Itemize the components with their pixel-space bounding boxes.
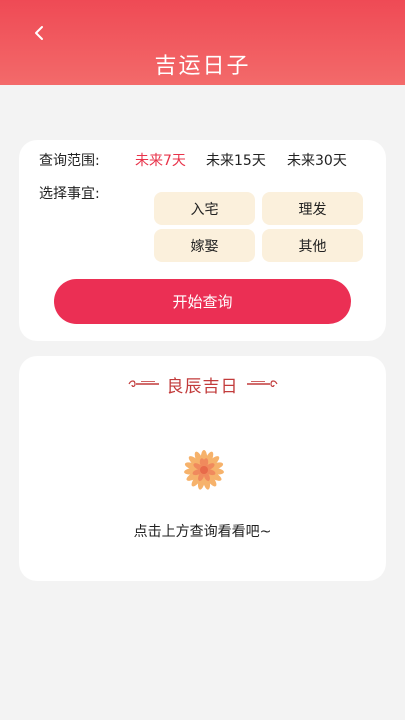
matter-chip-other[interactable]: 其他 [262, 229, 363, 262]
right-ornament-icon [246, 380, 278, 387]
results-title-text: 良辰吉日 [166, 376, 239, 397]
matter-chip-wedding[interactable]: 嫁娶 [154, 229, 255, 262]
empty-state-text: 点击上方查询看看吧~ [133, 524, 272, 540]
range-option-15-days[interactable]: 未来15天 [206, 150, 266, 170]
range-label: 查询范围: [39, 153, 100, 169]
matter-label: 选择事宜: [39, 186, 100, 202]
range-option-30-days[interactable]: 未来30天 [287, 150, 347, 170]
left-ornament-icon [127, 380, 159, 387]
results-title: 良辰吉日 [19, 372, 386, 397]
chevron-left-icon [35, 26, 43, 40]
matter-chip-haircut[interactable]: 理发 [262, 192, 363, 225]
page-title: 吉运日子 [154, 54, 251, 79]
header-bar: 吉运日子 [0, 0, 405, 85]
chrysanthemum-icon [184, 450, 224, 490]
start-query-button[interactable]: 开始查询 [54, 279, 351, 324]
back-button[interactable] [28, 20, 50, 46]
query-card: 查询范围: 未来7天 未来15天 未来30天 选择事宜: 入宅 理发 嫁娶 其他… [19, 140, 386, 341]
matter-chip-move-in[interactable]: 入宅 [154, 192, 255, 225]
range-option-7-days[interactable]: 未来7天 [135, 150, 186, 170]
results-card: 良辰吉日 点击上方查询看看吧~ [19, 356, 386, 581]
